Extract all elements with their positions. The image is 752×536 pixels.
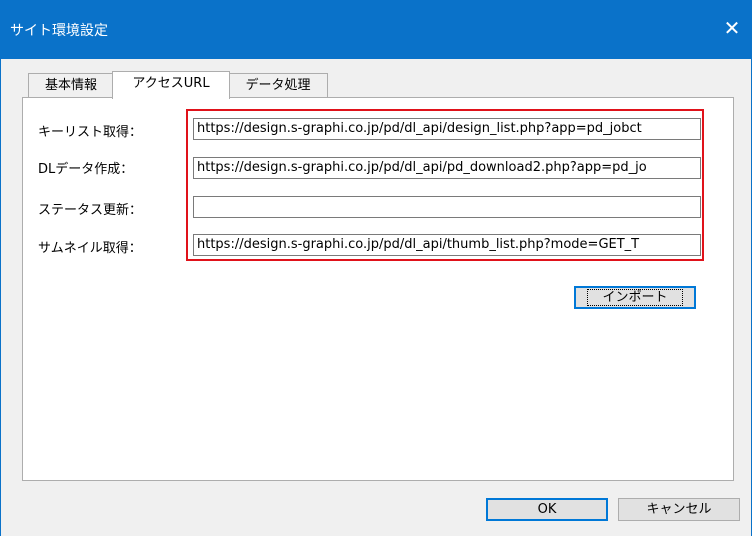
key-list-label: キーリスト取得： bbox=[38, 125, 143, 140]
import-button[interactable]: インポート bbox=[574, 286, 696, 309]
dl-data-label: DLデータ作成： bbox=[38, 162, 134, 177]
key-list-url-input[interactable]: https://design.s-graphi.co.jp/pd/dl_api/… bbox=[193, 118, 701, 140]
thumbnail-label: サムネイル取得： bbox=[38, 241, 142, 256]
import-button-label: インポート bbox=[587, 289, 683, 306]
title-bar: サイト環境設定 ✕ bbox=[0, 0, 752, 59]
thumbnail-url-input[interactable]: https://design.s-graphi.co.jp/pd/dl_api/… bbox=[193, 234, 701, 256]
tab-data-processing[interactable]: データ処理 bbox=[228, 73, 328, 98]
tab-basic-info[interactable]: 基本情報 bbox=[28, 73, 114, 98]
status-update-url-input[interactable] bbox=[193, 196, 701, 218]
close-icon[interactable]: ✕ bbox=[712, 12, 752, 44]
dl-data-url-input[interactable]: https://design.s-graphi.co.jp/pd/dl_api/… bbox=[193, 157, 701, 179]
tab-access-url[interactable]: アクセスURL bbox=[112, 71, 230, 99]
cancel-button[interactable]: キャンセル bbox=[618, 498, 740, 521]
window-title: サイト環境設定 bbox=[10, 23, 108, 39]
status-update-label: ステータス更新： bbox=[38, 203, 143, 218]
window-border-left bbox=[0, 0, 1, 536]
ok-button[interactable]: OK bbox=[486, 498, 608, 521]
